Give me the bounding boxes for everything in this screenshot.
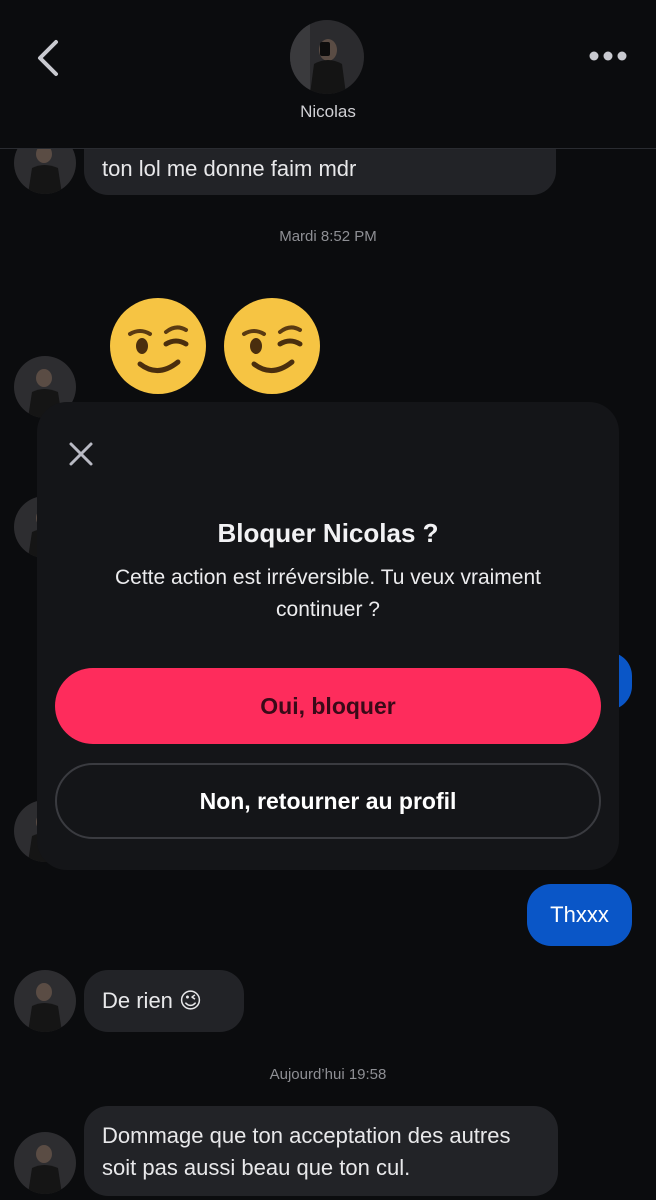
chevron-left-icon [38, 40, 58, 76]
winking-face-icon [110, 298, 206, 394]
close-icon [69, 442, 93, 466]
block-dialog: Bloquer Nicolas ? Cette action est irrév… [37, 402, 619, 870]
winking-face-icon [224, 298, 320, 394]
back-button[interactable] [30, 34, 70, 82]
dialog-message: Cette action est irréversible. Tu veux v… [114, 566, 541, 621]
contact-name[interactable]: Nicolas [0, 102, 656, 122]
confirm-block-button[interactable]: Oui, bloquer [55, 668, 601, 744]
close-button[interactable] [63, 436, 99, 472]
sender-avatar[interactable] [14, 1132, 76, 1194]
timestamp: Mardi 8:52 PM [279, 228, 377, 245]
sender-avatar[interactable] [14, 970, 76, 1032]
contact-avatar[interactable] [290, 20, 364, 94]
more-options-button[interactable] [586, 42, 630, 70]
more-dots-icon [589, 51, 627, 61]
chat-header: Nicolas [0, 0, 656, 149]
message-bubble-received[interactable]: Dommage que ton acceptation des autres s… [84, 1106, 558, 1196]
message-bubble-sent[interactable]: Thxxx [527, 884, 632, 946]
cancel-button[interactable]: Non, retourner au profil [55, 763, 601, 839]
dialog-title: Bloquer Nicolas ? [217, 518, 439, 548]
message-bubble-received[interactable]: De rien 😉 [84, 970, 244, 1032]
timestamp: Aujourd’hui 19:58 [269, 1066, 387, 1083]
